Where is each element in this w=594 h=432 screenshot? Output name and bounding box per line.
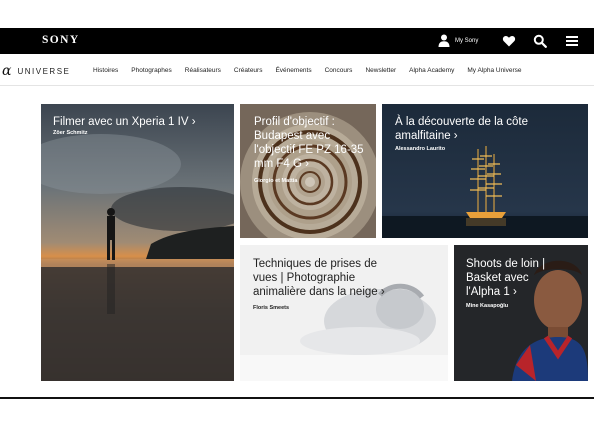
story-tile-wildlife[interactable]: Techniques de prises de vues | Photograp… <box>240 245 448 381</box>
story-title[interactable]: Filmer avec un Xperia 1 IV › <box>53 115 228 129</box>
nav-menu: Histoires Photographes Réalisateurs Créa… <box>93 67 522 74</box>
nav-item-my-alpha-universe[interactable]: My Alpha Universe <box>467 67 521 74</box>
nav-item-histoires[interactable]: Histoires <box>93 67 118 74</box>
page: SONY My Sony α UNIVERSE Histoires Photog… <box>0 0 594 432</box>
nav-item-newsletter[interactable]: Newsletter <box>365 67 396 74</box>
bottom-divider <box>0 397 594 399</box>
story-title[interactable]: Techniques de prises de vues | Photograp… <box>253 257 403 299</box>
search-icon[interactable] <box>533 34 547 48</box>
heart-icon[interactable] <box>502 34 516 48</box>
story-title[interactable]: Shoots de loin | Basket avec l'Alpha 1 › <box>466 257 552 299</box>
story-author[interactable]: Alessandro Laurito <box>395 146 445 152</box>
top-bar: SONY My Sony <box>0 28 594 54</box>
main-nav: α UNIVERSE Histoires Photographes Réalis… <box>0 56 594 86</box>
story-tile-amalfi[interactable]: À la découverte de la côte amalfitaine ›… <box>382 104 588 238</box>
nav-item-alpha-academy[interactable]: Alpha Academy <box>409 67 454 74</box>
my-sony-link[interactable]: My Sony <box>438 34 478 47</box>
nav-item-photographes[interactable]: Photographes <box>131 67 171 74</box>
menu-icon[interactable] <box>565 34 579 48</box>
story-tile-xperia[interactable]: Filmer avec un Xperia 1 IV › Zöer Schmit… <box>41 104 234 381</box>
story-title[interactable]: Profil d'objectif : Budapest avec l'obje… <box>254 115 372 171</box>
user-icon <box>438 34 450 47</box>
universe-wordmark: UNIVERSE <box>17 66 71 76</box>
beach-sunset-image <box>41 104 234 381</box>
nav-item-createurs[interactable]: Créateurs <box>234 67 263 74</box>
alpha-symbol: α <box>2 63 12 79</box>
sony-logo[interactable]: SONY <box>42 34 80 46</box>
nav-item-realisateurs[interactable]: Réalisateurs <box>185 67 221 74</box>
story-title[interactable]: À la découverte de la côte amalfitaine › <box>395 115 583 143</box>
nav-item-concours[interactable]: Concours <box>325 67 353 74</box>
alpha-universe-brand[interactable]: α UNIVERSE <box>2 64 70 78</box>
story-author[interactable]: Zöer Schmitz <box>53 130 88 136</box>
my-sony-label: My Sony <box>455 37 479 44</box>
story-tile-budapest[interactable]: Profil d'objectif : Budapest avec l'obje… <box>240 104 376 238</box>
nav-item-evenements[interactable]: Événements <box>275 67 311 74</box>
story-author[interactable]: Giorgio et Mattia <box>254 178 297 184</box>
story-tile-basket[interactable]: Shoots de loin | Basket avec l'Alpha 1 ›… <box>454 245 588 381</box>
story-author[interactable]: Floris Smeets <box>253 305 289 311</box>
story-author[interactable]: Mine Kasapoğlu <box>466 303 508 309</box>
